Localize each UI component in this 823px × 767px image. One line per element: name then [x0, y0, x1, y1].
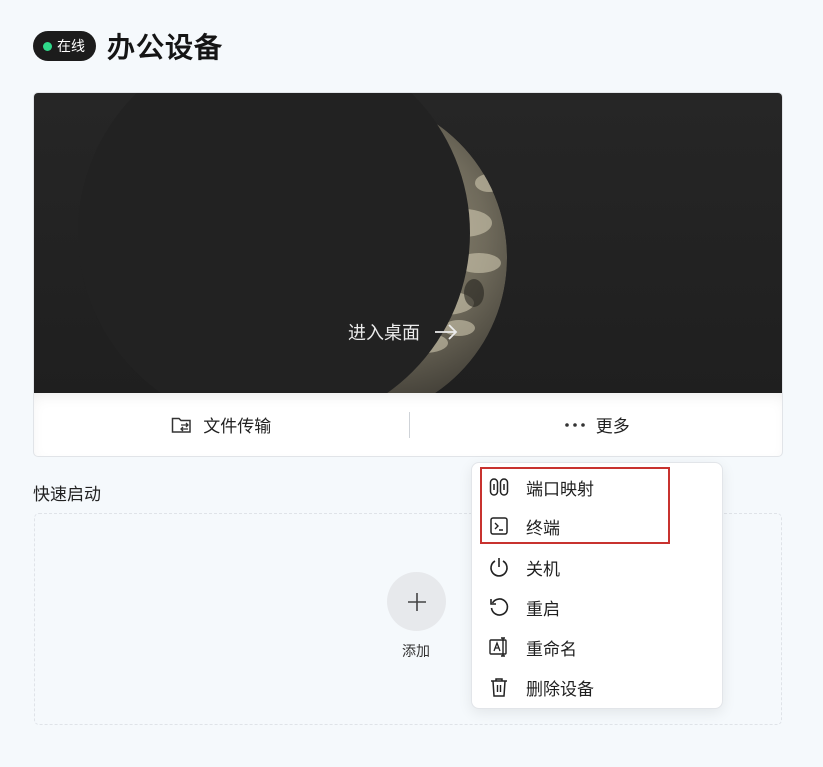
folder-transfer-icon — [172, 417, 191, 433]
power-icon — [490, 558, 508, 577]
menu-item-terminal[interactable]: 终端 — [488, 513, 560, 539]
menu-item-label: 关机 — [526, 559, 560, 579]
more-label: 更多 — [595, 417, 630, 436]
menu-item-shutdown[interactable]: 关机 — [488, 554, 560, 580]
trash-icon — [491, 678, 507, 697]
device-card: 进入桌面 文件传输 更多 — [33, 92, 783, 457]
earth-illustration — [78, 93, 507, 393]
file-transfer-label: 文件传输 — [203, 417, 272, 436]
add-quick-start-button[interactable] — [387, 572, 446, 631]
online-dot-icon — [43, 41, 52, 51]
arrow-right-icon — [435, 324, 458, 340]
plus-icon — [407, 592, 426, 611]
menu-item-port-mapping[interactable]: 端口映射 — [488, 474, 594, 500]
device-title: 办公设备 — [107, 32, 224, 63]
quick-start-title: 快速启动 — [33, 485, 101, 504]
menu-item-label: 端口映射 — [526, 479, 594, 499]
file-transfer-button[interactable]: 文件传输 — [34, 393, 409, 456]
enter-desktop-link[interactable]: 进入桌面 — [348, 319, 458, 345]
menu-item-restart[interactable]: 重启 — [488, 594, 560, 620]
menu-item-label: 删除设备 — [526, 679, 594, 699]
terminal-icon — [490, 517, 508, 535]
add-label: 添加 — [402, 643, 430, 659]
menu-item-rename[interactable]: 重命名 — [488, 634, 577, 660]
menu-item-delete-device[interactable]: 删除设备 — [488, 674, 594, 700]
port-mapping-icon — [489, 478, 509, 496]
restart-icon — [490, 598, 509, 616]
device-header: 在线 办公设备 — [33, 26, 223, 66]
status-badge: 在线 — [33, 31, 96, 61]
ellipsis-icon — [564, 422, 585, 427]
more-menu: 端口映射 终端 关机 重启 重命名 删除设备 — [471, 462, 723, 709]
action-bar: 文件传输 更多 — [34, 393, 783, 456]
status-label: 在线 — [57, 38, 85, 54]
enter-desktop-label: 进入桌面 — [348, 323, 420, 343]
rename-icon — [489, 637, 507, 657]
desktop-preview[interactable]: 进入桌面 — [34, 93, 782, 393]
more-button[interactable]: 更多 — [410, 393, 783, 456]
menu-item-label: 重启 — [526, 599, 560, 619]
menu-item-label: 终端 — [526, 518, 560, 538]
menu-item-label: 重命名 — [526, 639, 577, 659]
